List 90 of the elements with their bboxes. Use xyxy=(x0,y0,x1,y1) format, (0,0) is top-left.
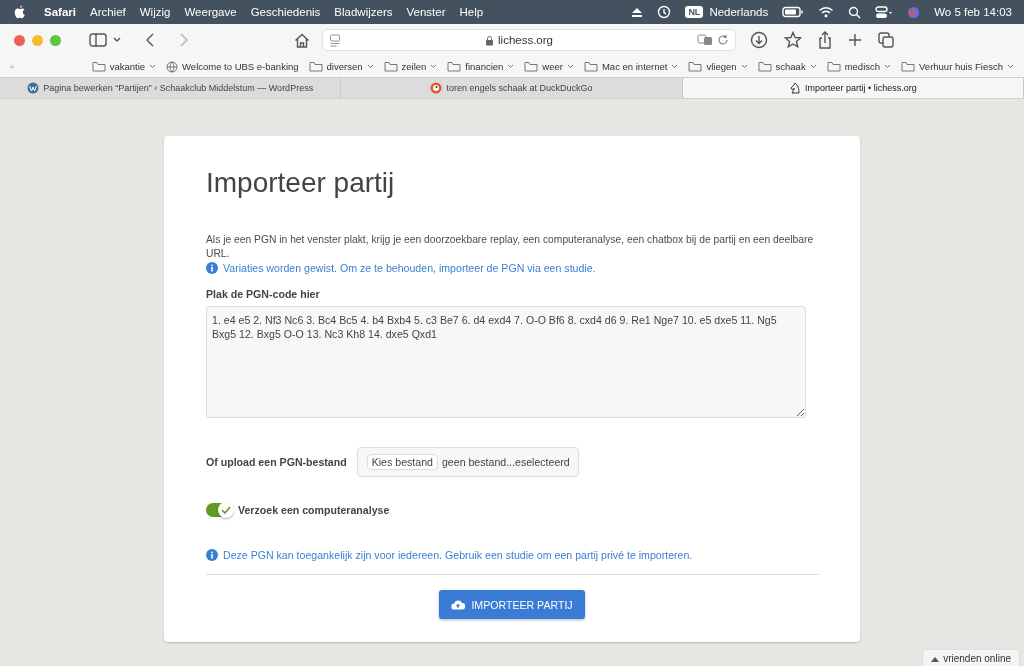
share-icon[interactable] xyxy=(818,31,832,49)
chevron-down-icon xyxy=(809,64,817,69)
bookmark-folder[interactable]: vakantie xyxy=(91,61,157,72)
plus-icon[interactable] xyxy=(848,33,862,47)
clock-text[interactable]: Wo 5 feb 14:03 xyxy=(934,6,1012,18)
chevron-down-icon xyxy=(1007,64,1014,69)
bookmark-folder[interactable]: schaak xyxy=(757,61,817,72)
address-bar[interactable]: lichess.org xyxy=(322,29,736,51)
toggles-icon[interactable] xyxy=(875,5,894,19)
url-text: lichess.org xyxy=(498,34,553,46)
bookmark-folder[interactable]: Mac en internet xyxy=(583,61,679,72)
chevron-down-icon xyxy=(884,64,892,69)
language-badge[interactable]: NL xyxy=(685,6,704,18)
folder-icon xyxy=(308,61,323,72)
eject-icon[interactable] xyxy=(631,6,644,18)
folder-icon xyxy=(826,61,841,72)
privacy-notice: Deze PGN kan toegankelijk zijn voor iedereen. Gebruik een studie om een partij privé te importeren. xyxy=(223,549,693,561)
chevron-down-icon xyxy=(566,64,574,69)
knight-logo-icon xyxy=(788,82,801,94)
folder-icon xyxy=(901,61,916,72)
page-title: Importeer partij xyxy=(206,167,396,199)
wifi-icon[interactable] xyxy=(818,6,835,18)
chevron-down-icon xyxy=(366,64,374,69)
file-input-field[interactable]: Kies bestand geen bestand...eselecteerd xyxy=(356,447,579,477)
folder-icon xyxy=(524,61,539,72)
wordpress-logo-icon xyxy=(27,82,40,94)
apple-logo-icon[interactable] xyxy=(14,5,26,19)
clock-icon[interactable] xyxy=(657,5,672,19)
chevron-down-icon xyxy=(740,64,748,69)
back-icon[interactable] xyxy=(145,33,155,47)
chevron-down-icon xyxy=(430,64,438,69)
search-icon[interactable] xyxy=(848,5,862,19)
menu-item[interactable]: Wijzig xyxy=(139,6,171,18)
menu-item[interactable]: Bladwijzers xyxy=(334,6,393,18)
bookmark-folder[interactable]: diversen xyxy=(308,61,374,72)
bookmark-folder[interactable]: medisch xyxy=(826,61,892,72)
folder-icon xyxy=(91,61,106,72)
bookmark-folder[interactable]: financien xyxy=(447,61,515,72)
menu-item[interactable]: Weergave xyxy=(184,6,237,18)
color-orb-icon[interactable] xyxy=(907,5,921,19)
caret-up-icon xyxy=(931,655,940,662)
menu-item[interactable]: Geschiedenis xyxy=(250,6,321,18)
page-menu-icon[interactable] xyxy=(329,33,341,47)
folder-icon xyxy=(583,61,598,72)
chevron-down-icon xyxy=(507,64,515,69)
language-label[interactable]: Nederlands xyxy=(709,6,769,18)
bookmark-folder[interactable]: Verhuur huis Fiesch xyxy=(901,61,1014,72)
close-window-button[interactable] xyxy=(14,34,25,46)
folder-icon xyxy=(757,61,772,72)
check-icon xyxy=(221,506,231,514)
lock-icon xyxy=(485,34,494,46)
chevron-down-icon[interactable] xyxy=(113,37,121,43)
info-icon xyxy=(206,262,218,274)
duck-logo-icon xyxy=(430,82,443,94)
cloud-upload-icon xyxy=(451,599,466,610)
menu-item[interactable]: Archief xyxy=(89,6,126,18)
download-icon[interactable] xyxy=(750,31,768,49)
translate-icon[interactable] xyxy=(697,34,713,46)
app-menu[interactable]: Safari xyxy=(44,6,76,18)
tabs-overview-icon[interactable] xyxy=(878,32,894,48)
folder-icon xyxy=(688,61,703,72)
upload-label: Of upload een PGN-bestand xyxy=(206,456,347,468)
chevron-down-icon xyxy=(149,64,157,69)
bookmark-folder[interactable]: weer xyxy=(524,61,574,72)
bookmark-folder[interactable]: zeilen xyxy=(383,61,438,72)
pgn-input-field[interactable]: 1. e4 e5 2. Nf3 Nc6 3. Bc4 Bc5 4. b4 Bxb4 5. c3 Be7 6. d4 exd4 7. O-O Bf6 8. cxd4 d6 9. Re1 Nge7 10. e5 dxe5 11. Ng5 Bxg5 12. Bxg5 O-O 13. Nc3 Kh8 14. dxe5 Qxd1 xyxy=(206,306,806,418)
menu-item[interactable]: Help xyxy=(459,6,484,18)
friends-online-button[interactable]: vrienden online xyxy=(922,649,1020,666)
analysis-toggle[interactable] xyxy=(206,503,233,517)
chevron-down-icon xyxy=(671,64,679,69)
sidebar-icon[interactable] xyxy=(89,33,107,47)
folder-icon xyxy=(447,61,462,72)
star-icon[interactable] xyxy=(784,31,802,49)
bookmark-folder[interactable]: vliegen xyxy=(688,61,748,72)
globe-icon xyxy=(166,60,179,73)
intro-text: Als je een PGN in het venster plakt, krijg je een doorzoekbare replay, een computeranalyse, een chatbox bij de partij en een deelbare URL. xyxy=(206,233,815,260)
info-icon xyxy=(206,549,218,561)
browser-tab[interactable]: Importeer partij • lichess.org xyxy=(682,78,1024,98)
import-button[interactable]: IMPORTEER PARTIJ xyxy=(439,590,585,619)
home-icon[interactable] xyxy=(294,32,310,48)
variations-notice: Variaties worden gewist. Om ze te behouden, importeer de PGN via een studie. xyxy=(223,262,596,274)
analysis-label: Verzoek een computeranalyse xyxy=(238,504,390,516)
browser-tab[interactable]: Pagina bewerken “Partijen” ‹ Schaakclub Middelstum — WordPress xyxy=(0,78,342,98)
menu-item[interactable]: Venster xyxy=(406,6,446,18)
folder-icon xyxy=(383,61,398,72)
pgn-label: Plak de PGN-code hier xyxy=(206,288,321,300)
browser-tab[interactable]: toren engels schaak at DuckDuckGo xyxy=(341,78,683,98)
bookmark-link[interactable]: Welcome to UBS e-banking xyxy=(166,60,299,73)
reload-icon[interactable] xyxy=(717,34,729,46)
battery-icon[interactable] xyxy=(782,6,805,18)
